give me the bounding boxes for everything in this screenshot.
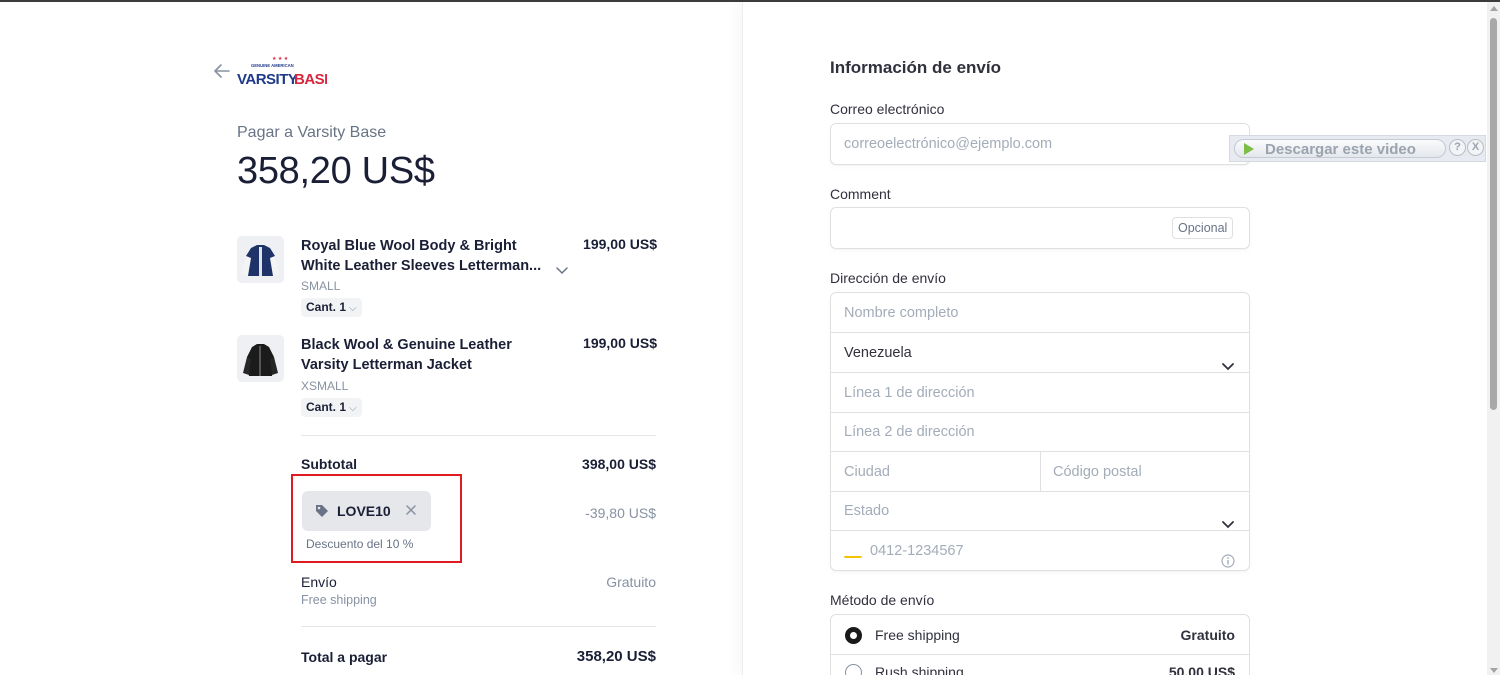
product-image [237, 236, 284, 283]
subtotal-value: 398,00 US$ [582, 456, 656, 472]
address-line1-placeholder: Línea 1 de dirección [844, 385, 975, 401]
chevron-down-icon: ⌵ [349, 303, 357, 314]
chevron-down-icon [1221, 506, 1235, 529]
total-label: Total a pagar [301, 649, 388, 665]
download-video-label: Descargar este video [1265, 141, 1416, 158]
city-input[interactable]: Ciudad [844, 464, 890, 480]
shipping-address-label: Dirección de envío [830, 270, 946, 286]
radio-selected[interactable] [845, 627, 862, 644]
svg-text:BASE: BASE [294, 71, 327, 88]
divider [301, 626, 656, 627]
download-video-button[interactable]: Descargar este video [1234, 139, 1446, 158]
phone-placeholder: 0412-1234567 [870, 543, 964, 559]
shipping-method-group: Free shipping Gratuito Rush shipping 50,… [830, 614, 1250, 675]
svg-text:★ ★ ★: ★ ★ ★ [272, 56, 289, 62]
scroll-down-icon[interactable] [1490, 668, 1498, 673]
shipping-label: Envío [301, 574, 337, 590]
arrow-left-icon[interactable] [214, 64, 232, 80]
scroll-up-icon[interactable] [1490, 6, 1498, 11]
comment-label: Comment [830, 186, 891, 202]
shipping-method-name: Free shipping [301, 593, 377, 607]
postal-code-input[interactable]: Código postal [1053, 452, 1142, 492]
item-price: 199,00 US$ [583, 236, 657, 252]
phone-input[interactable]: 0412-1234567 [831, 531, 1249, 570]
item-variant: XSMALL [301, 379, 349, 393]
country-value: Venezuela [844, 345, 912, 361]
divider [1040, 452, 1041, 491]
quantity-label: Cant. 1 [306, 400, 347, 414]
shipping-option-price: Gratuito [1180, 627, 1235, 643]
shipping-option-rush[interactable]: Rush shipping 50,00 US$ [831, 652, 1249, 675]
info-icon[interactable] [1221, 544, 1235, 568]
venezuela-flag-icon [844, 545, 862, 558]
shipping-option-free[interactable]: Free shipping Gratuito [831, 615, 1249, 655]
item-name: Black Wool & Genuine Leather Varsity Let… [301, 337, 512, 373]
quantity-selector[interactable]: Cant. 1 ⌵ [301, 398, 362, 417]
item-price: 199,00 US$ [583, 335, 657, 351]
shipping-option-price: 50,00 US$ [1168, 664, 1235, 675]
scrollbar-thumb[interactable] [1490, 18, 1497, 410]
email-input[interactable] [830, 123, 1250, 165]
line-item: Royal Blue Wool Body & Bright White Leat… [237, 236, 657, 317]
address-line2-input[interactable]: Línea 2 de dirección [831, 412, 1249, 452]
shipping-method-label: Método de envío [830, 592, 935, 608]
order-summary-panel: ★ ★ ★ GENUINE AMERICAN VARSITY BASE Paga… [0, 2, 742, 675]
optional-badge: Opcional [1172, 217, 1234, 239]
state-select[interactable]: Estado [831, 491, 1249, 531]
quantity-label: Cant. 1 [306, 300, 347, 314]
download-video-bar: Descargar este video ? X [1229, 135, 1486, 162]
city-postal-row: Ciudad Código postal [831, 452, 1249, 492]
subtotal-label: Subtotal [301, 456, 357, 472]
shipping-option-name: Free shipping [875, 627, 960, 643]
quantity-selector[interactable]: Cant. 1 ⌵ [301, 298, 362, 317]
item-name: Royal Blue Wool Body & Bright White Leat… [301, 238, 542, 274]
country-select[interactable]: Venezuela [831, 333, 1249, 373]
product-image [237, 335, 284, 382]
scrollbar[interactable] [1487, 2, 1500, 675]
total-value: 358,20 US$ [576, 648, 656, 665]
play-icon [1244, 143, 1254, 155]
total-amount-heading: 358,20 US$ [237, 150, 435, 192]
radio-unselected[interactable] [845, 664, 862, 675]
full-name-input[interactable]: Nombre completo [831, 293, 1249, 333]
shipping-address-group: Nombre completo Venezuela Línea 1 de dir… [830, 292, 1250, 571]
close-button[interactable]: X [1467, 139, 1484, 156]
help-button[interactable]: ? [1449, 139, 1466, 156]
shipping-value: Gratuito [606, 574, 656, 590]
address-line2-placeholder: Línea 2 de dirección [844, 424, 975, 440]
chevron-down-icon: ⌵ [349, 403, 357, 414]
svg-text:GENUINE AMERICAN: GENUINE AMERICAN [251, 63, 294, 68]
section-title: Información de envío [830, 58, 1001, 77]
svg-text:VARSITY: VARSITY [237, 71, 298, 88]
email-label: Correo electrónico [830, 101, 945, 117]
shipping-option-name: Rush shipping [875, 664, 964, 675]
address-line1-input[interactable]: Línea 1 de dirección [831, 373, 1249, 413]
divider [301, 435, 656, 436]
chevron-down-icon[interactable] [555, 262, 569, 275]
promo-discount-value: -39,80 US$ [585, 505, 656, 521]
state-placeholder: Estado [844, 503, 890, 519]
full-name-placeholder: Nombre completo [844, 305, 959, 321]
chevron-down-icon [1221, 348, 1235, 371]
varsity-base-logo: ★ ★ ★ GENUINE AMERICAN VARSITY BASE [237, 56, 335, 90]
line-item: Black Wool & Genuine Leather Varsity Let… [237, 335, 657, 417]
promo-highlight-box [291, 474, 462, 563]
item-variant: SMALL [301, 279, 341, 293]
pay-to-label: Pagar a Varsity Base [237, 124, 387, 141]
